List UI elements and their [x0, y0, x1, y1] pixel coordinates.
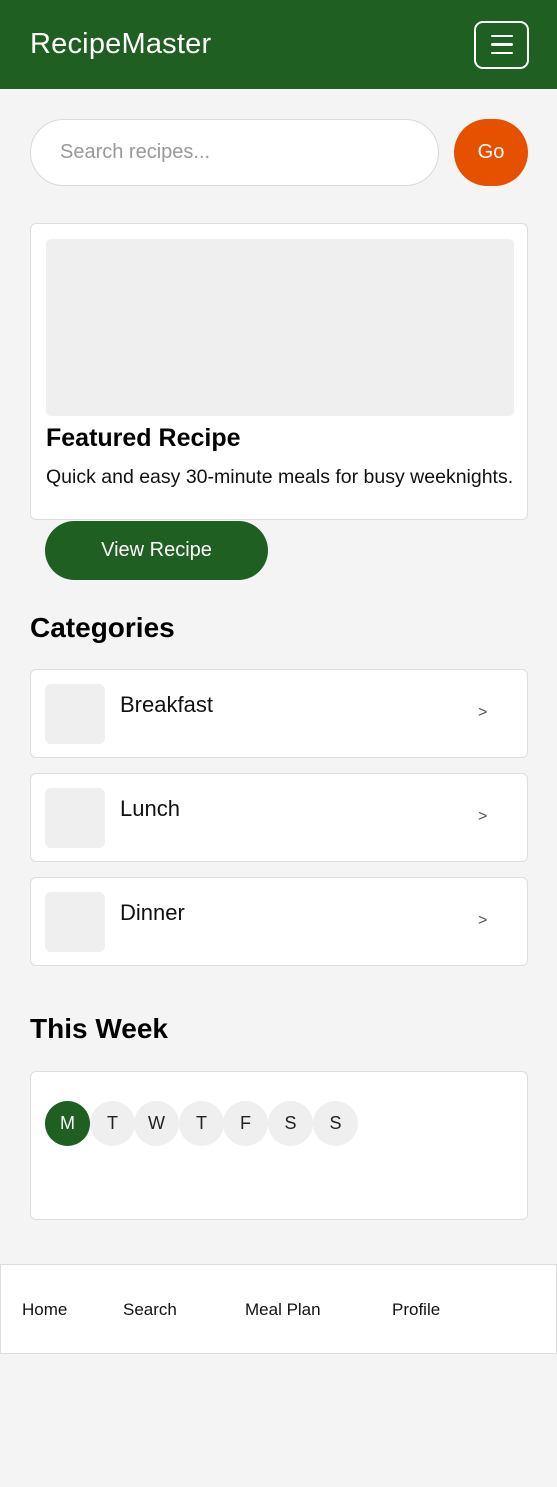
day-friday[interactable]: F: [223, 1101, 268, 1146]
day-sunday[interactable]: S: [313, 1101, 358, 1146]
nav-meal-plan[interactable]: Meal Plan: [245, 1300, 321, 1320]
category-label: Breakfast: [120, 692, 213, 717]
day-monday[interactable]: M: [45, 1101, 90, 1146]
featured-recipe-description: Quick and easy 30-minute meals for busy …: [46, 466, 514, 488]
chevron-right-icon: >: [478, 808, 488, 825]
bottom-navigation: Home Search Meal Plan Profile: [0, 1264, 557, 1354]
category-thumbnail: [45, 892, 105, 952]
category-item-dinner[interactable]: Dinner >: [30, 877, 528, 966]
categories-heading: Categories: [30, 612, 175, 643]
featured-recipe-card: Featured Recipe Quick and easy 30-minute…: [30, 223, 528, 520]
app-header: RecipeMaster: [0, 0, 557, 89]
category-item-lunch[interactable]: Lunch >: [30, 773, 528, 862]
category-thumbnail: [45, 684, 105, 744]
day-tuesday[interactable]: T: [90, 1101, 135, 1146]
day-thursday[interactable]: T: [179, 1101, 224, 1146]
menu-line: [490, 51, 513, 55]
search-go-button[interactable]: Go: [454, 119, 528, 186]
search-input[interactable]: [30, 119, 439, 186]
nav-search[interactable]: Search: [123, 1300, 177, 1320]
view-recipe-button[interactable]: View Recipe: [45, 521, 268, 580]
featured-recipe-image: [46, 239, 514, 416]
featured-recipe-title: Featured Recipe: [46, 424, 241, 452]
chevron-right-icon: >: [478, 704, 488, 721]
category-item-breakfast[interactable]: Breakfast >: [30, 669, 528, 758]
nav-profile[interactable]: Profile: [392, 1300, 440, 1320]
app-title: RecipeMaster: [30, 28, 212, 60]
this-week-heading: This Week: [30, 1013, 168, 1044]
chevron-right-icon: >: [478, 912, 488, 929]
nav-home[interactable]: Home: [22, 1300, 67, 1320]
day-saturday[interactable]: S: [268, 1101, 313, 1146]
week-planner-card: M T W T F S S: [30, 1071, 528, 1220]
day-wednesday[interactable]: W: [134, 1101, 179, 1146]
category-thumbnail: [45, 788, 105, 848]
menu-line: [490, 34, 513, 38]
category-label: Dinner: [120, 900, 185, 925]
category-label: Lunch: [120, 796, 180, 821]
menu-line: [490, 43, 513, 46]
hamburger-menu-icon[interactable]: [474, 20, 529, 69]
